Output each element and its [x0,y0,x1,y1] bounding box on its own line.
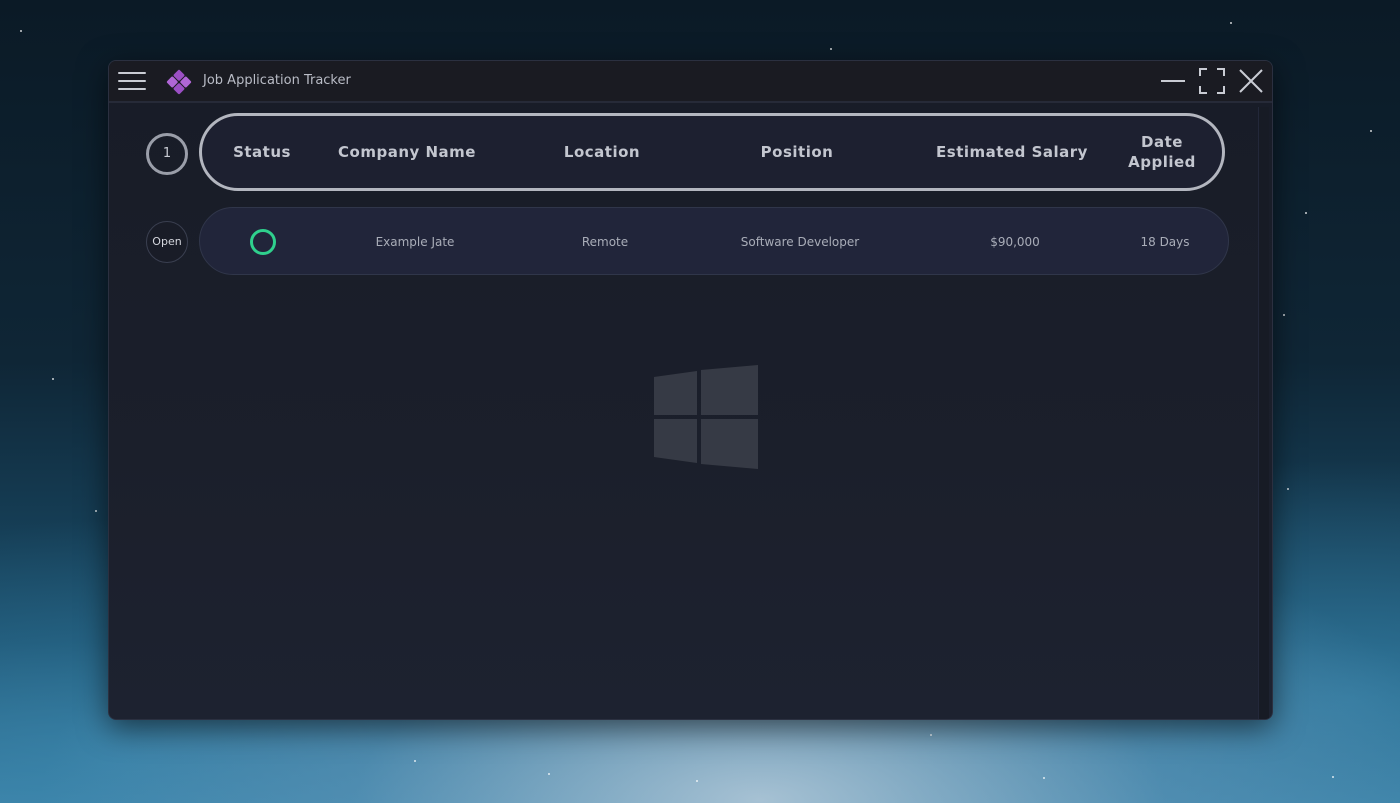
app-window: Job Application Tracker 1 Status Company… [108,60,1273,720]
scrollbar[interactable] [1258,107,1269,719]
cell-salary: $90,000 [990,235,1040,249]
header-date-line1: Date [1141,133,1183,151]
content-area: 1 Status Company Name Location Position … [109,103,1272,719]
header-date-line2: Applied [1128,153,1196,171]
cell-location: Remote [581,235,629,249]
status-indicator-icon [250,229,276,255]
app-title: Job Application Tracker [203,73,351,88]
title-bar: Job Application Tracker [109,61,1272,103]
hamburger-menu-icon[interactable] [118,69,146,93]
cell-company: Example Jate [375,235,455,249]
header-location: Location [563,143,641,161]
minimize-icon[interactable] [1159,67,1187,95]
header-date-applied: Date Applied [1117,116,1207,188]
app-logo-icon [166,69,192,95]
header-status: Status [233,143,291,161]
header-estimated-salary: Estimated Salary [936,143,1088,161]
header-position: Position [760,143,834,161]
close-icon[interactable] [1237,67,1265,95]
windows-logo-icon [654,365,758,469]
application-count: 1 [146,133,188,175]
table-header: Status Company Name Location Position Es… [199,113,1225,191]
fullscreen-icon[interactable] [1198,67,1226,95]
table-row[interactable]: Example Jate Remote Software Developer $… [199,207,1229,275]
cell-date-applied: 18 Days [1140,235,1190,249]
open-button[interactable]: Open [146,221,188,263]
header-company-name: Company Name [338,143,476,161]
cell-position: Software Developer [740,235,860,249]
